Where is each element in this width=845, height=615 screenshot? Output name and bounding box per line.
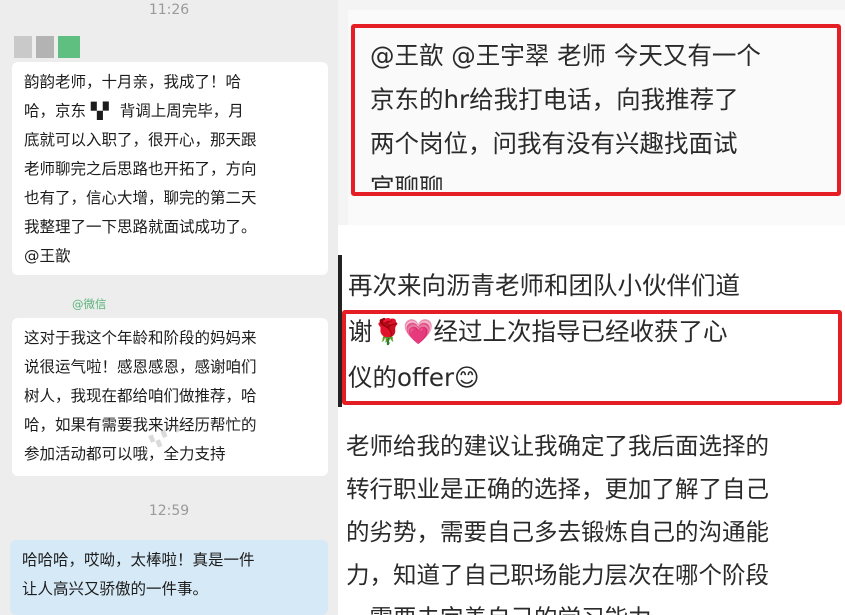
text-line: 的劣势，需要自己多去锻炼自己的沟通能 [346,518,769,546]
avatar-block [58,36,80,58]
chat-panel: 11:26 韵韵老师，十月亲，我成了！哈 哈，京东 ▚▘ 背调上周完毕，月 底就… [0,0,338,615]
screenshot-collage: @王歆 @王宇翠 老师 今天又有一个 京东的hr给我打电话，向我推荐了 两个岗位… [338,0,845,615]
text-line: 老师给我的建议让我确定了我后面选择的 [346,432,769,460]
screenshot-bottom: 老师给我的建议让我确定了我后面选择的 转行职业是正确的选择，更加了解了自己 的劣… [338,415,845,615]
message-bubble-3: 哈哈哈，哎呦，太棒啦！真是一件 让人高兴又骄傲的一件事。 [10,540,328,615]
message-bubble-2: 这对于我这个年龄和阶段的妈妈来 说很运气啦！感恩感恩，感谢咱们 树人，我现在都给… [12,318,328,476]
message-line: 底就可以入职了，很开心，那天跟 [24,131,257,149]
timestamp-top: 11:26 [148,2,190,18]
screenshot-mid: 再次来向沥青老师和团队小伙伴们道 谢🌹💗经过上次指导已经收获了心 仪的offer… [338,255,845,407]
wechat-tag: @微信 [72,297,107,311]
message-bubble-1: 韵韵老师，十月亲，我成了！哈 哈，京东 ▚▘ 背调上周完毕，月 底就可以入职了，… [12,62,328,275]
message-line: 树人，我现在都给咱们做推荐，哈 [24,387,257,405]
text-line: 再次来向沥青老师和团队小伙伴们道 [348,271,740,300]
screenshot-top: @王歆 @王宇翠 老师 今天又有一个 京东的hr给我打电话，向我推荐了 两个岗位… [338,0,845,225]
highlight-box [342,310,842,405]
avatar-block [14,36,32,58]
message-line: 哈，如果有需要我来讲经历帮忙的 [24,416,257,434]
message-line: 参加活动都可以哦，全力支持 [24,445,226,463]
avatar [14,36,80,58]
avatar-block [36,36,54,58]
message-line: 哈，京东 ▚▘ 背调上周完毕，月 [24,102,244,120]
screenshot-bottom-text: 老师给我的建议让我确定了我后面选择的 转行职业是正确的选择，更加了解了自己 的劣… [346,425,845,615]
message-line: 也有了，信心大增，聊完的第二天 [24,189,257,207]
message-line: 这对于我这个年龄和阶段的妈妈来 [24,329,257,347]
text-line: 力，知道了自己职场能力层次在哪个阶段 [346,561,769,589]
highlight-box [351,24,841,196]
message-line: 哈哈哈，哎呦，太棒啦！真是一件 [22,551,255,569]
text-line: ，需要去完善自己的学习能力 [346,597,845,615]
message-line: 老师聊完之后思路也开拓了，方向 [24,160,257,178]
message-line: 韵韵老师，十月亲，我成了！哈 [24,73,242,91]
mention-text: @王歆 [24,247,71,265]
message-line: 说很运气啦！感恩感恩，感谢咱们 [24,358,257,376]
timestamp-mid: 12:59 [148,503,190,519]
message-line: 我整理了一下思路就面试成功了。 [24,218,257,236]
text-line: 转行职业是正确的选择，更加了解了自己 [346,475,769,503]
message-line: 让人高兴又骄傲的一件事。 [22,580,209,598]
